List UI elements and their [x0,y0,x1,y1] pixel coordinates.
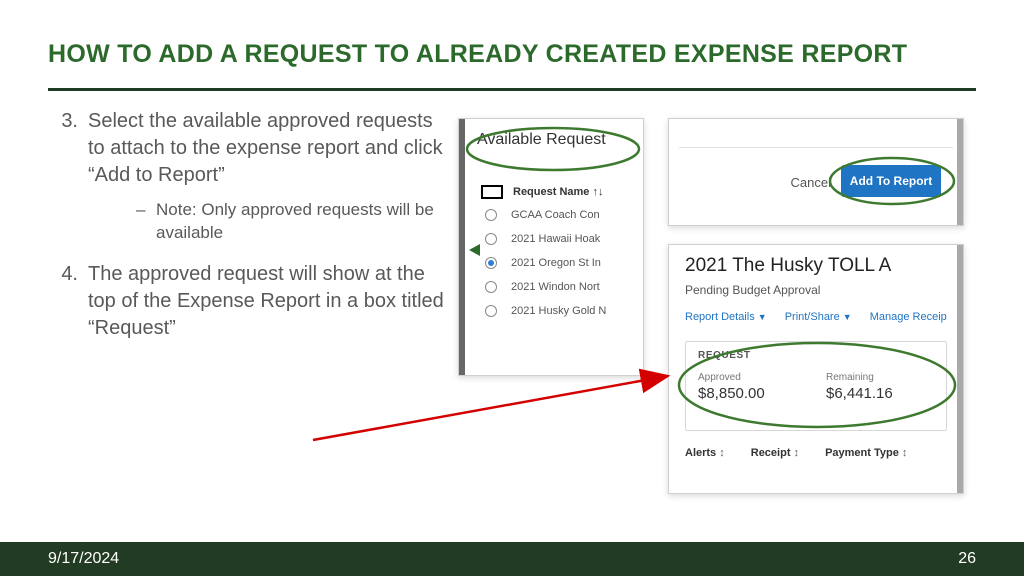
column-alerts[interactable]: Alerts [685,447,725,459]
green-arrow-icon [469,244,480,256]
report-status: Pending Budget Approval [685,283,820,297]
radio-icon[interactable] [485,257,497,269]
highlight-oval-icon [827,153,957,209]
divider [679,147,953,148]
step-3-note: Note: Only approved requests will be ava… [88,199,448,245]
column-payment-type[interactable]: Payment Type [825,447,907,459]
column-request-name[interactable]: Request Name ↑↓ [513,186,603,198]
chevron-down-icon: ▼ [843,312,852,322]
report-header-panel: 2021 The Husky TOLL A Pending Budget App… [668,244,964,494]
cancel-link[interactable]: Cancel [791,175,831,190]
highlight-oval-icon [463,123,643,175]
step-4: 4. The approved request will show at the… [48,261,448,342]
column-receipt[interactable]: Receipt [751,447,799,459]
title-rule [48,88,976,91]
print-share-link[interactable]: Print/Share ▼ [785,311,852,323]
radio-icon[interactable] [485,209,497,221]
highlight-oval-icon [675,335,959,435]
slide-title: HOW TO ADD A REQUEST TO ALREADY CREATED … [48,40,907,69]
request-row[interactable]: 2021 Windon Nort [481,275,635,299]
request-row[interactable]: GCAA Coach Con [481,203,635,227]
slide-footer: 9/17/2024 26 [0,542,1024,576]
request-row[interactable]: 2021 Hawaii Hoak [481,227,635,251]
radio-icon[interactable] [485,305,497,317]
add-to-report-panel: Cancel Add To Report [668,118,964,226]
scrollbar-right [957,119,963,225]
radio-icon[interactable] [485,233,497,245]
footer-page: 26 [958,550,976,568]
manage-receipts-link[interactable]: Manage Receip [870,311,947,323]
select-all-checkbox[interactable] [481,185,503,199]
request-row[interactable]: 2021 Husky Gold N [481,299,635,323]
available-requests-panel: Available Request Request Name ↑↓ GCAA C… [458,118,644,376]
radio-icon[interactable] [485,281,497,293]
instruction-text: 3. Select the available approved request… [48,108,458,508]
chevron-down-icon: ▼ [758,312,767,322]
step-3: 3. Select the available approved request… [48,108,448,245]
report-title: 2021 The Husky TOLL A [685,255,891,277]
request-row[interactable]: 2021 Oregon St In [481,251,635,275]
footer-date: 9/17/2024 [48,550,119,568]
report-details-link[interactable]: Report Details ▼ [685,311,767,323]
